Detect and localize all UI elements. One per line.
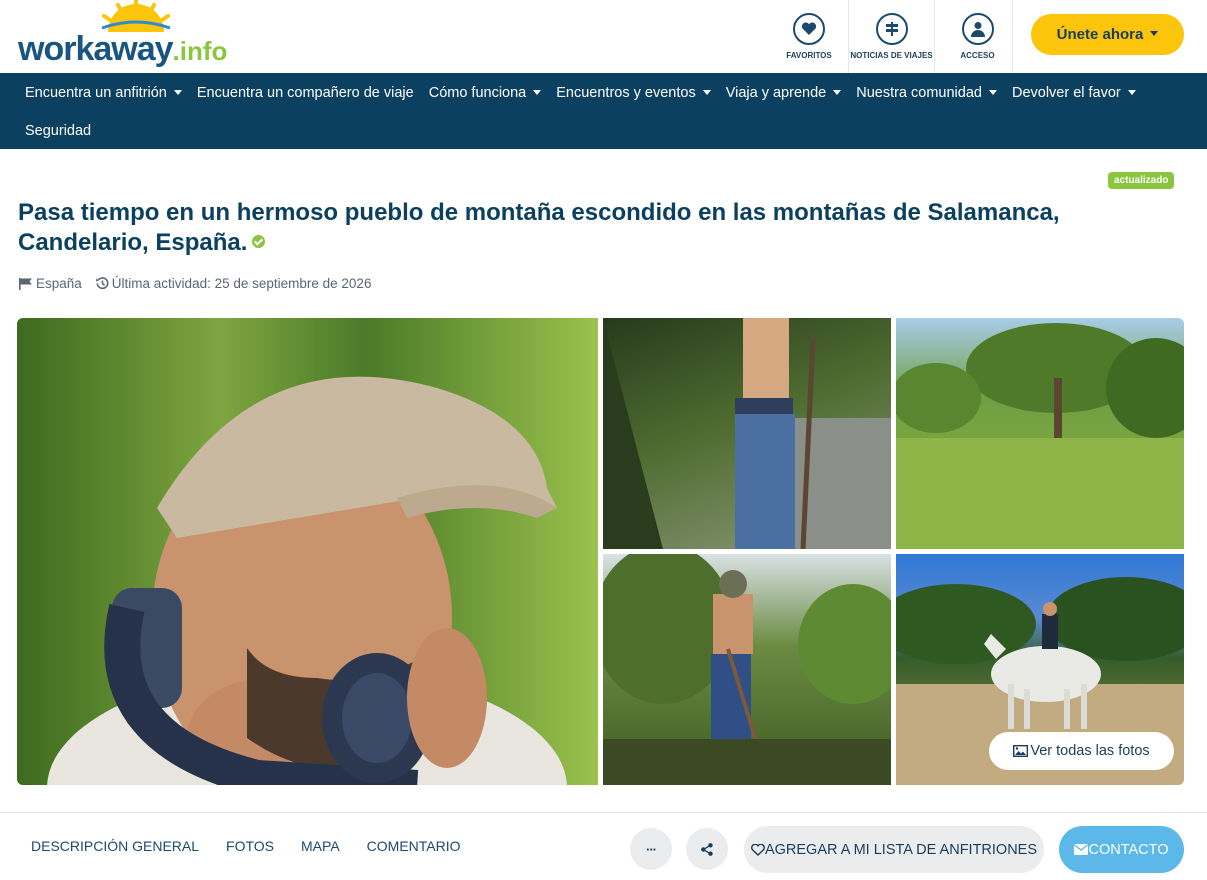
updated-badge: actualizado — [1108, 172, 1175, 189]
travel-news-link[interactable]: NOTICIAS DE VIAJES — [848, 0, 934, 73]
main-photo[interactable] — [17, 318, 598, 785]
last-activity-text: Última actividad: 25 de septiembre de 20… — [111, 276, 372, 291]
listing-title: Pasa tiempo en un hermoso pueblo de mont… — [18, 198, 1108, 258]
share-icon — [701, 842, 713, 856]
more-options-button[interactable]: ··· — [630, 828, 672, 870]
add-to-host-list-label: AGREGAR A MI LISTA DE ANFITRIONES — [764, 841, 1038, 858]
nav-item-label: Encuentra un compañero de viaje — [196, 85, 414, 101]
nav-row: Seguridad — [17, 121, 98, 141]
travel-news-label: NOTICIAS DE VIAJES — [850, 51, 933, 60]
ellipsis-icon: ··· — [646, 841, 657, 857]
logo-suffix-text: .info — [172, 36, 228, 66]
heart-outline-icon — [751, 843, 765, 856]
chevron-down-icon — [533, 89, 542, 95]
photo-illustration — [603, 318, 891, 549]
envelope-icon — [1074, 844, 1089, 855]
tab-reviews[interactable]: COMENTARIO — [367, 838, 461, 854]
nav-item-find-host[interactable]: Encuentra un anfitrión — [17, 83, 189, 103]
listing-country: España — [36, 276, 82, 291]
nav-row: Encuentra un anfitrión Encuentra un comp… — [17, 83, 1143, 103]
nav-item-travel-learn[interactable]: Viaja y aprende — [718, 83, 849, 103]
photo-illustration — [896, 323, 1184, 549]
section-tabs: DESCRIPCIÓN GENERAL FOTOS MAPA COMENTARI… — [31, 838, 488, 854]
share-button[interactable] — [686, 828, 728, 870]
favorites-label: FAVORITOS — [786, 51, 832, 60]
contact-label: CONTACTO — [1088, 841, 1169, 858]
nav-item-label: Viaja y aprende — [725, 85, 827, 101]
favorites-link[interactable]: FAVORITOS — [770, 0, 848, 73]
verified-check-icon — [252, 235, 266, 249]
image-icon — [1013, 745, 1029, 757]
main-navigation: Encuentra un anfitrión Encuentra un comp… — [0, 73, 1207, 149]
site-header: workaway.info FAVORITOS NOTICIAS DE VIAJ… — [0, 0, 1207, 73]
nav-item-label: Cómo funciona — [428, 85, 527, 101]
header-divider — [1012, 0, 1013, 73]
tab-photos[interactable]: FOTOS — [226, 838, 274, 854]
chevron-down-icon — [1150, 31, 1159, 36]
nav-item-label: Nuestra comunidad — [856, 85, 982, 101]
nav-item-safety[interactable]: Seguridad — [17, 121, 98, 141]
logo-wordmark: workaway.info — [18, 30, 227, 69]
login-label: ACCESO — [960, 51, 995, 60]
nav-item-meetups-events[interactable]: Encuentros y eventos — [548, 83, 717, 103]
photo-thumbnail[interactable] — [603, 318, 891, 549]
chevron-down-icon — [1127, 89, 1136, 95]
tab-map[interactable]: MAPA — [301, 838, 340, 854]
main-photo-illustration — [47, 376, 567, 785]
nav-item-label: Encuentra un anfitrión — [25, 85, 167, 101]
see-all-photos-label: Ver todas las fotos — [1030, 743, 1150, 759]
nav-item-community[interactable]: Nuestra comunidad — [848, 83, 1004, 103]
nav-item-how-it-works[interactable]: Cómo funciona — [421, 83, 549, 103]
nav-item-find-travel-buddy[interactable]: Encuentra un compañero de viaje — [189, 83, 421, 103]
photo-illustration — [603, 554, 891, 785]
photo-gallery: Ver todas las fotos — [17, 318, 1184, 785]
contact-button[interactable]: CONTACTO — [1059, 826, 1184, 873]
sun-logo-icon — [101, 0, 171, 32]
nav-item-label: Seguridad — [25, 123, 92, 139]
see-all-photos-button[interactable]: Ver todas las fotos — [989, 732, 1174, 770]
logo-brand-text: workaway — [18, 30, 174, 68]
join-now-button[interactable]: Únete ahora — [1031, 14, 1184, 55]
nav-item-label: Devolver el favor — [1011, 85, 1121, 101]
chevron-down-icon — [988, 89, 997, 95]
nav-item-give-back[interactable]: Devolver el favor — [1004, 83, 1143, 103]
chevron-down-icon — [702, 89, 711, 95]
tab-overview[interactable]: DESCRIPCIÓN GENERAL — [31, 838, 199, 854]
join-now-label: Únete ahora — [1056, 26, 1144, 43]
signpost-icon — [875, 13, 908, 45]
header-icon-links: FAVORITOS NOTICIAS DE VIAJES ACCESO — [770, 0, 1020, 73]
photo-thumbnail[interactable] — [896, 318, 1184, 549]
divider — [0, 812, 1207, 813]
chevron-down-icon — [833, 89, 842, 95]
flag-icon — [19, 277, 32, 290]
listing-title-text: Pasa tiempo en un hermoso pueblo de mont… — [18, 199, 1060, 256]
add-to-host-list-button[interactable]: AGREGAR A MI LISTA DE ANFITRIONES — [744, 826, 1044, 873]
nav-item-label: Encuentros y eventos — [556, 85, 696, 101]
chevron-down-icon — [173, 89, 182, 95]
heart-icon — [793, 13, 825, 45]
user-icon — [961, 13, 994, 45]
history-icon — [95, 277, 109, 290]
workaway-logo[interactable]: workaway.info — [18, 0, 248, 70]
photo-thumbnail[interactable] — [603, 554, 891, 785]
login-link[interactable]: ACCESO — [934, 0, 1020, 73]
listing-meta: España Última actividad: 25 de septiembr… — [19, 276, 371, 291]
